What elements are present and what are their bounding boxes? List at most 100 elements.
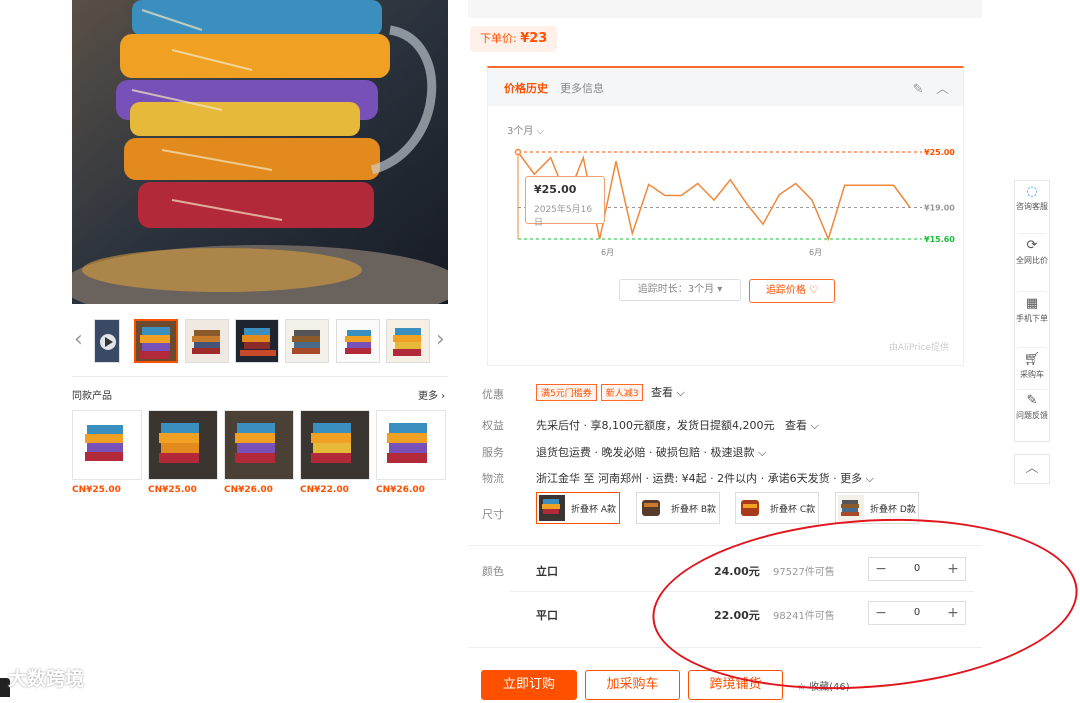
service-label: 服务 (482, 446, 504, 459)
chat-service-button[interactable]: ◌ 咨询客服 (1015, 185, 1049, 212)
similar-product-price: CN¥26.00 (376, 485, 425, 495)
promo-view-link[interactable]: 查看 ⌵ (651, 386, 685, 399)
lowest-price-value: ¥23 (520, 31, 548, 46)
tab-more-info[interactable]: 更多信息 (560, 80, 604, 96)
price-tier-strip (468, 0, 982, 18)
thumbnail-4[interactable] (285, 319, 329, 363)
period-selector[interactable]: 3个月 ⌵ (507, 122, 544, 137)
chart-x-tick-label: 6月 (809, 248, 822, 257)
plus-icon[interactable]: + (941, 602, 965, 624)
track-duration-button[interactable]: 追踪时长：3个月 ▾ (619, 279, 741, 301)
chart-x-tick-label: 6月 (601, 248, 614, 257)
similar-product-5[interactable]: CN¥26.00 (376, 410, 446, 495)
similar-products-title: 同款产品 (72, 391, 112, 402)
divider (468, 545, 982, 546)
feedback-button[interactable]: ✎ 问题反馈 (1015, 394, 1049, 421)
thumbnail-3[interactable] (235, 319, 279, 363)
lowest-price-badge: 下单价: ¥23 (470, 26, 558, 52)
size-option-c[interactable]: 折叠杯 C款 (735, 492, 819, 524)
thumbnail-carousel: ‹ › (72, 318, 448, 364)
variant-price: 24.00元 (714, 565, 760, 578)
similar-product-1[interactable]: CN¥25.00 (72, 410, 142, 495)
similar-product-price: CN¥22.00 (300, 485, 349, 495)
coupon-tag[interactable]: 满5元门槛券 (536, 384, 597, 401)
divider (468, 647, 982, 648)
chevron-right-icon[interactable]: › (436, 326, 445, 354)
cart-icon: 🛒︎ (1023, 352, 1041, 367)
watermark-text: 大数跨境 (8, 668, 85, 690)
edit-icon[interactable]: ✎ (913, 82, 924, 97)
rights-value: 先采后付 · 享8,100元额度，发货日提额4,200元 查看 ⌵ (536, 419, 819, 432)
add-to-cart-button[interactable]: 加采购车 (585, 670, 680, 700)
track-price-button[interactable]: 追踪价格 ♡ (749, 279, 835, 303)
floating-toolbar: ◌ 咨询客服 ⟳ 全网比价 ▦ 手机下单 🛒︎ 采购车 ✎ 问题反馈 (1014, 180, 1050, 442)
variant-name: 立口 (536, 565, 558, 578)
chevron-up-icon[interactable]: ︿ (936, 82, 949, 97)
compare-price-button[interactable]: ⟳ 全网比价 (1015, 239, 1049, 266)
size-label: 尺寸 (482, 508, 504, 521)
rights-label: 权益 (482, 419, 504, 432)
tooltip-date: 2025年5月16日 (534, 205, 593, 228)
chart-credit: 由AliPrice提供 (888, 343, 949, 353)
qrcode-icon: ▦ (1025, 296, 1039, 311)
quantity-stepper: − 0 + (868, 601, 966, 625)
promo-value: 满5元门槛券 新人减3 查看 ⌵ (536, 384, 685, 401)
heart-icon: ♡ (809, 285, 819, 296)
chevron-up-icon: ︿ (1025, 461, 1039, 476)
rights-view-link[interactable]: 查看 ⌵ (785, 419, 819, 432)
variant-price: 22.00元 (714, 609, 760, 622)
tooltip-price: ¥25.00 (534, 183, 577, 196)
similar-product-price: CN¥25.00 (148, 485, 197, 495)
chart-point (514, 148, 522, 156)
minus-icon[interactable]: − (869, 558, 893, 580)
favorite-button[interactable]: ☆ 收藏(46) (797, 678, 850, 693)
size-option-d[interactable]: 折叠杯 D款 (835, 492, 919, 524)
chat-icon: ◌ (1026, 184, 1038, 199)
chart-y-label: ¥15.60 (924, 235, 955, 244)
coupon-tag[interactable]: 新人减3 (600, 384, 644, 401)
chart-y-label: ¥19.00 (924, 204, 955, 213)
buy-now-button[interactable]: 立即订购 (481, 670, 577, 700)
price-history-header: 价格历史 更多信息 ✎ ︿ (488, 68, 963, 106)
divider (510, 591, 974, 592)
thumbnail-video[interactable] (94, 319, 120, 363)
size-option-a[interactable]: 折叠杯 A款 (536, 492, 620, 524)
tab-price-history[interactable]: 价格历史 (504, 80, 548, 96)
service-value[interactable]: 退货包运费 · 晚发必赔 · 破损包赔 · 极速退款 ⌵ (536, 444, 766, 460)
variant-stock: 97527件可售 (773, 567, 835, 578)
thumbnail-5[interactable] (336, 319, 380, 363)
plus-icon[interactable]: + (941, 558, 965, 580)
variant-name: 平口 (536, 609, 558, 622)
section-divider (72, 376, 448, 377)
chevron-left-icon[interactable]: ‹ (74, 326, 83, 354)
back-to-top-button[interactable]: ︿ (1014, 454, 1050, 484)
compare-icon: ⟳ (1026, 238, 1038, 253)
similar-product-3[interactable]: CN¥26.00 (224, 410, 294, 495)
similar-more-link[interactable]: 更多 › (418, 387, 445, 402)
thumbnail-2[interactable] (185, 319, 229, 363)
thumbnail-6[interactable] (386, 319, 430, 363)
purchase-cart-button[interactable]: 🛒︎ 采购车 (1015, 353, 1049, 380)
logistics-value[interactable]: 浙江金华 至 河南郑州 · 运费: ¥4起 · 2件以内 · 承诺6天发货 · … (536, 470, 874, 486)
variant-stock: 98241件可售 (773, 611, 835, 622)
feedback-icon: ✎ (1026, 393, 1038, 408)
similar-product-price: CN¥26.00 (224, 485, 273, 495)
mobile-order-button[interactable]: ▦ 手机下单 (1015, 297, 1049, 324)
cross-border-button[interactable]: 跨境铺货 (688, 670, 783, 700)
promo-label: 优惠 (482, 388, 504, 401)
color-label: 颜色 (482, 565, 504, 578)
size-option-b[interactable]: 折叠杯 B款 (636, 492, 720, 524)
price-history-panel: 价格历史 更多信息 ✎ ︿ 3个月 ⌵ ¥25.00 ¥19.00 ¥15.60 6月… (487, 66, 964, 366)
chart-y-label: ¥25.00 (924, 148, 955, 157)
logistics-label: 物流 (482, 472, 504, 485)
quantity-input[interactable]: 0 (893, 558, 941, 580)
similar-product-2[interactable]: CN¥25.00 (148, 410, 218, 495)
minus-icon[interactable]: − (869, 602, 893, 624)
quantity-stepper: − 0 + (868, 557, 966, 581)
similar-product-4[interactable]: CN¥22.00 (300, 410, 370, 495)
quantity-input[interactable]: 0 (893, 602, 941, 624)
similar-product-price: CN¥25.00 (72, 485, 121, 495)
chart-tooltip: ¥25.00 2025年5月16日 (525, 176, 605, 228)
thumbnail-1[interactable] (134, 319, 178, 363)
product-main-image[interactable] (72, 0, 448, 304)
